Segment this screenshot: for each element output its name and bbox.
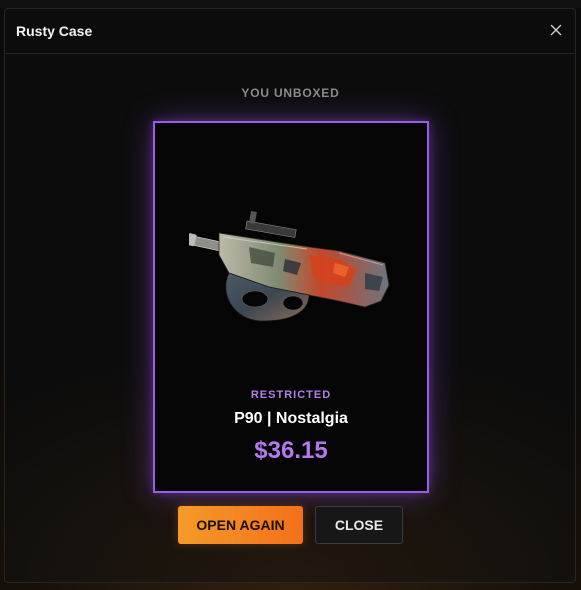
item-name: P90 | Nostalgia (234, 410, 348, 427)
you-unboxed-label: YOU UNBOXED (241, 86, 340, 100)
rarity-label: RESTRICTED (250, 389, 332, 401)
modal-top-edge (0, 0, 581, 8)
open-again-button[interactable]: OPEN AGAIN (178, 506, 303, 544)
unboxed-item-card: RESTRICTED P90 | Nostalgia $36.15 (153, 121, 429, 493)
close-icon[interactable] (547, 21, 565, 39)
modal-header: Rusty Case (5, 9, 575, 54)
close-button[interactable]: CLOSE (315, 506, 403, 544)
p90-weapon-skin-image (189, 211, 390, 322)
modal-title: Rusty Case (16, 23, 93, 39)
item-price: $36.15 (254, 437, 328, 464)
unbox-result-modal: Rusty Case YOU UNBOXED RESTRICTED P90 | … (0, 0, 581, 590)
